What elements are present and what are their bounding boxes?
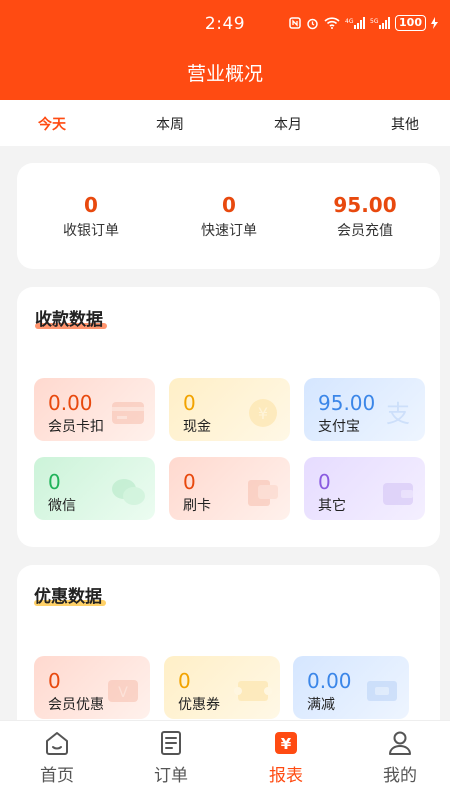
- tabbar-item-reports[interactable]: ¥ 报表: [256, 729, 316, 786]
- coin-icon: ¥: [249, 399, 277, 427]
- payments-title: 收款数据: [35, 305, 107, 330]
- tabbar-label: 首页: [40, 766, 74, 786]
- stat-cashier-orders[interactable]: 0 收银订单: [31, 193, 151, 240]
- alipay-icon: 支: [386, 400, 410, 428]
- tab-this-month[interactable]: 本月: [274, 114, 302, 134]
- report-icon: ¥: [272, 729, 300, 757]
- tile-label: 支付宝: [318, 419, 360, 435]
- member-discount-icon: V: [108, 680, 138, 702]
- tile-swipe-card[interactable]: 0 刷卡: [169, 457, 290, 520]
- tile-full-reduction[interactable]: 0.00 满减: [293, 656, 409, 719]
- tile-cash[interactable]: 0 现金 ¥: [169, 378, 290, 441]
- wifi-icon: [324, 17, 340, 29]
- tile-value: 0: [48, 669, 61, 693]
- tabbar-item-home[interactable]: 首页: [27, 729, 87, 786]
- tile-value: 0: [183, 391, 196, 415]
- stat-quick-orders[interactable]: 0 快速订单: [169, 193, 289, 240]
- tile-value: 95.00: [318, 391, 376, 415]
- tabbar-item-orders[interactable]: 订单: [141, 729, 201, 786]
- tile-value: 0.00: [307, 669, 352, 693]
- order-icon: [157, 729, 185, 757]
- tile-alipay[interactable]: 95.00 支付宝 支: [304, 378, 425, 441]
- tile-wechat[interactable]: 0 微信: [34, 457, 155, 520]
- tile-label: 刷卡: [183, 498, 211, 514]
- tile-label: 其它: [318, 498, 346, 514]
- svg-text:支: 支: [386, 400, 410, 428]
- tile-value: 0: [183, 470, 196, 494]
- svg-text:V: V: [118, 685, 128, 701]
- tab-other[interactable]: 其他: [391, 114, 419, 134]
- tile-member-card[interactable]: 0.00 会员卡扣: [34, 378, 155, 441]
- coupon-icon: [234, 681, 272, 701]
- tile-label: 满减: [307, 697, 335, 713]
- signal-4g-icon: 4G: [345, 17, 366, 29]
- tile-coupon[interactable]: 0 优惠券: [164, 656, 280, 719]
- period-tabs: 今天 本周 本月 其他: [0, 100, 450, 146]
- wallet-icon: [383, 483, 413, 505]
- charging-icon: [431, 17, 438, 29]
- swipe-card-icon: [248, 480, 278, 506]
- profile-icon: [386, 729, 414, 757]
- stat-value: 0: [222, 193, 236, 217]
- tile-value: 0: [318, 470, 331, 494]
- tile-value: 0: [48, 470, 61, 494]
- tile-value: 0.00: [48, 391, 93, 415]
- payments-card: 收款数据 0.00 会员卡扣 0 现金 ¥ 95.00 支付宝 支 0 微信 0…: [17, 287, 440, 547]
- tabbar-item-mine[interactable]: 我的: [370, 729, 430, 786]
- stat-value: 0: [84, 193, 98, 217]
- tile-member-discount[interactable]: 0 会员优惠 V: [34, 656, 150, 719]
- discounts-title: 优惠数据: [34, 582, 106, 607]
- tile-label: 会员优惠: [48, 697, 104, 713]
- tabbar-label: 订单: [154, 766, 188, 786]
- signal-5g-icon: 5G: [370, 17, 391, 29]
- nfc-icon: [289, 17, 301, 29]
- alarm-icon: [306, 17, 319, 30]
- battery-indicator: 100: [395, 15, 426, 31]
- stat-member-recharge[interactable]: 95.00 会员充值: [305, 193, 425, 240]
- tile-value: 0: [178, 669, 191, 693]
- svg-text:¥: ¥: [258, 404, 268, 423]
- stat-label: 收银订单: [63, 223, 119, 239]
- tab-this-week[interactable]: 本周: [156, 114, 184, 134]
- svg-text:4G: 4G: [345, 18, 354, 25]
- card-icon: [112, 402, 144, 424]
- tabbar-label: 我的: [383, 766, 417, 786]
- svg-text:¥: ¥: [281, 735, 292, 753]
- svg-text:5G: 5G: [370, 18, 379, 25]
- stat-label: 会员充值: [337, 223, 393, 239]
- tab-today[interactable]: 今天: [38, 114, 66, 134]
- tile-other[interactable]: 0 其它: [304, 457, 425, 520]
- header: 2:49 4G 5G 100 营业概况: [0, 0, 450, 100]
- home-icon: [43, 729, 71, 757]
- tile-label: 会员卡扣: [48, 419, 104, 435]
- stat-label: 快速订单: [201, 223, 257, 239]
- summary-card: 0 收银订单 0 快速订单 95.00 会员充值: [17, 163, 440, 269]
- page-title: 营业概况: [186, 63, 263, 85]
- stat-value: 95.00: [333, 193, 397, 217]
- tile-label: 微信: [48, 498, 76, 514]
- bottom-tabbar: 首页 订单 ¥ 报表 我的: [0, 720, 450, 800]
- tabbar-label: 报表: [269, 766, 303, 786]
- status-icons: 4G 5G 100: [289, 15, 438, 31]
- wechat-icon: [112, 479, 145, 505]
- tile-label: 优惠券: [178, 697, 220, 713]
- ticket-icon: [367, 681, 397, 701]
- tile-label: 现金: [183, 419, 211, 435]
